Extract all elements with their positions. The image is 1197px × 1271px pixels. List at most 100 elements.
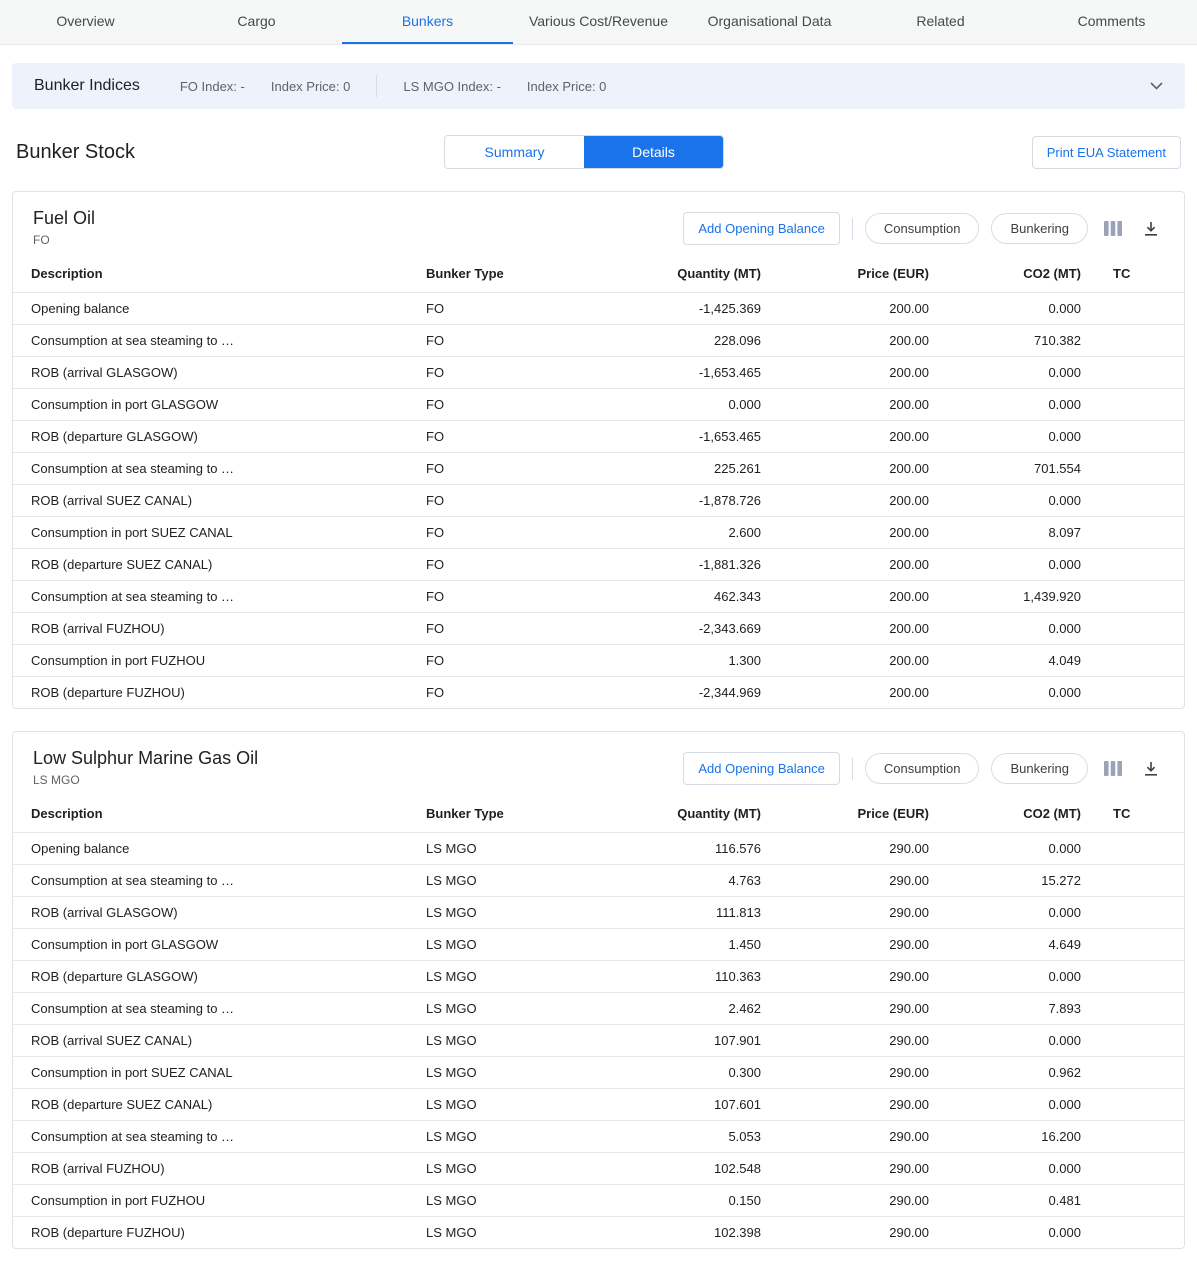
tab-various-cost-revenue[interactable]: Various Cost/Revenue [513,0,684,44]
cell-co2: 0.962 [929,1057,1081,1089]
page-title: Bunker Stock [16,141,135,164]
cell-description: Consumption in port GLASGOW [13,389,426,421]
tab-comments[interactable]: Comments [1026,0,1197,44]
ls-mgo-index-label: LS MGO Index: - [403,79,501,94]
cell-description: ROB (departure GLASGOW) [13,421,426,453]
download-icon[interactable] [1138,756,1164,782]
consumption-button[interactable]: Consumption [865,753,980,784]
bunker-indices-bar[interactable]: Bunker Indices FO Index: - Index Price: … [12,63,1185,109]
cell-price: 290.00 [761,993,929,1025]
card-subtitle: FO [33,233,95,247]
print-eua-statement-button[interactable]: Print EUA Statement [1032,136,1181,169]
chevron-down-icon[interactable] [1150,82,1163,90]
cell-description: Consumption at sea steaming to … [13,581,426,613]
cell-price: 290.00 [761,1025,929,1057]
cell-description: Consumption in port GLASGOW [13,929,426,961]
details-toggle-button[interactable]: Details [584,136,723,168]
cell-tc [1081,833,1184,865]
col-description: Description [13,795,426,833]
cell-co2: 0.000 [929,549,1081,581]
table-row: ROB (arrival GLASGOW)FO-1,653.465200.000… [13,357,1184,389]
card-title: Fuel Oil [33,208,95,229]
cell-quantity: 2.462 [601,993,761,1025]
cell-tc [1081,1217,1184,1249]
cell-price: 200.00 [761,453,929,485]
table-row: Opening balanceFO-1,425.369200.000.000 [13,293,1184,325]
cell-quantity: 107.901 [601,1025,761,1057]
cell-tc [1081,421,1184,453]
card-subtitle: LS MGO [33,773,258,787]
cell-price: 200.00 [761,517,929,549]
cell-quantity: 4.763 [601,865,761,897]
cell-quantity: 107.601 [601,1089,761,1121]
cell-tc [1081,1153,1184,1185]
cell-bunker_type: LS MGO [426,1121,601,1153]
table-row: Consumption in port SUEZ CANALLS MGO0.30… [13,1057,1184,1089]
ls-mgo-index-price-label: Index Price: 0 [527,79,607,94]
col-bunker-type: Bunker Type [426,255,601,293]
cell-bunker_type: FO [426,293,601,325]
bunkering-button[interactable]: Bunkering [991,753,1088,784]
table-row: ROB (departure GLASGOW)LS MGO110.363290.… [13,961,1184,993]
col-co2: CO2 (MT) [929,795,1081,833]
cell-quantity: 102.548 [601,1153,761,1185]
cell-co2: 0.000 [929,833,1081,865]
table-header-row: Description Bunker Type Quantity (MT) Pr… [13,795,1184,833]
cell-description: Consumption at sea steaming to … [13,865,426,897]
cell-quantity: -1,425.369 [601,293,761,325]
cell-price: 200.00 [761,549,929,581]
tab-related[interactable]: Related [855,0,1026,44]
cell-tc [1081,993,1184,1025]
cell-description: Consumption at sea steaming to … [13,325,426,357]
add-opening-balance-button[interactable]: Add Opening Balance [683,752,839,785]
tab-organisational-data[interactable]: Organisational Data [684,0,855,44]
tab-cargo[interactable]: Cargo [171,0,342,44]
bunkering-button[interactable]: Bunkering [991,213,1088,244]
cell-price: 200.00 [761,485,929,517]
cell-tc [1081,961,1184,993]
cell-bunker_type: FO [426,389,601,421]
cell-bunker_type: FO [426,549,601,581]
add-opening-balance-button[interactable]: Add Opening Balance [683,212,839,245]
cell-description: ROB (arrival FUZHOU) [13,613,426,645]
cell-quantity: 111.813 [601,897,761,929]
cell-co2: 7.893 [929,993,1081,1025]
cell-tc [1081,453,1184,485]
cell-quantity: -1,878.726 [601,485,761,517]
cell-tc [1081,325,1184,357]
cell-quantity: -2,344.969 [601,677,761,709]
col-tc: TC [1081,255,1184,293]
cell-co2: 0.000 [929,485,1081,517]
fo-index-price-label: Index Price: 0 [271,79,351,94]
cell-quantity: 0.000 [601,389,761,421]
tab-bunkers[interactable]: Bunkers [342,0,513,44]
table-row: ROB (departure GLASGOW)FO-1,653.465200.0… [13,421,1184,453]
cell-quantity: 0.150 [601,1185,761,1217]
cell-quantity: -1,881.326 [601,549,761,581]
cell-bunker_type: FO [426,645,601,677]
cell-tc [1081,389,1184,421]
cell-bunker_type: LS MGO [426,1185,601,1217]
cell-price: 290.00 [761,1185,929,1217]
cell-bunker_type: LS MGO [426,1089,601,1121]
col-tc: TC [1081,795,1184,833]
table-row: Consumption at sea steaming to …LS MGO4.… [13,865,1184,897]
cell-bunker_type: FO [426,357,601,389]
view-columns-icon[interactable] [1100,756,1126,782]
summary-toggle-button[interactable]: Summary [445,136,584,168]
card-title: Low Sulphur Marine Gas Oil [33,748,258,769]
cell-description: Consumption at sea steaming to … [13,1121,426,1153]
view-columns-icon[interactable] [1100,216,1126,242]
download-icon[interactable] [1138,216,1164,242]
cell-price: 200.00 [761,325,929,357]
table-body: Opening balanceLS MGO116.576290.000.000C… [13,833,1184,1249]
col-bunker-type: Bunker Type [426,795,601,833]
ls-mgo-card: Low Sulphur Marine Gas Oil LS MGO Add Op… [12,731,1185,1249]
fuel-oil-card: Fuel Oil FO Add Opening Balance Consumpt… [12,191,1185,709]
fo-index-label: FO Index: - [180,79,245,94]
tab-overview[interactable]: Overview [0,0,171,44]
table-row: Consumption at sea steaming to …FO225.26… [13,453,1184,485]
cell-quantity: 1.300 [601,645,761,677]
table-row: ROB (arrival GLASGOW)LS MGO111.813290.00… [13,897,1184,929]
consumption-button[interactable]: Consumption [865,213,980,244]
